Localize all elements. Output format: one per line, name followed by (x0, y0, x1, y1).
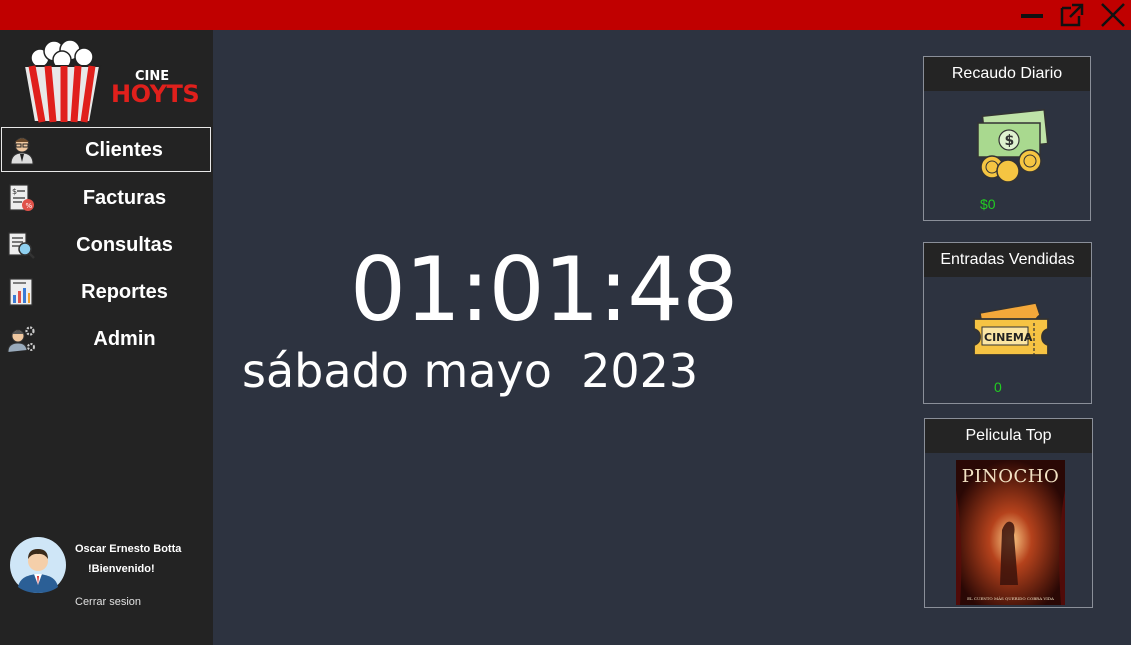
user-avatar (10, 537, 66, 593)
top-movie-card-title: Pelicula Top (925, 419, 1092, 453)
search-document-icon (8, 232, 35, 259)
sidebar-item-label: Facturas (82, 187, 167, 209)
clients-icon (10, 137, 34, 165)
sidebar-item-clientes[interactable]: Clientes (1, 127, 211, 172)
money-icon: $ (977, 109, 1049, 183)
sidebar-item-label: Reportes (81, 281, 168, 303)
title-bar (0, 0, 1131, 30)
sidebar-item-label: Admin (93, 328, 156, 350)
svg-text:$: $ (1005, 133, 1015, 149)
invoice-icon: $ % (9, 184, 34, 211)
clock-time: 01:01:48 (350, 238, 738, 341)
movie-poster[interactable]: PINOCHO EL CUENTO MÁS QUERIDO COBRA VIDA (956, 460, 1065, 605)
svg-text:CINEMA: CINEMA (984, 331, 1033, 344)
revenue-card: Recaudo Diario $ $0 (923, 56, 1091, 221)
poster-tagline: EL CUENTO MÁS QUERIDO COBRA VIDA (967, 596, 1054, 601)
sidebar-item-label: Consultas (76, 234, 173, 256)
logo-hoyts-text: HOYTS (111, 80, 200, 108)
user-name: Oscar Ernesto Botta (75, 543, 182, 555)
close-button[interactable] (1100, 2, 1126, 28)
sidebar-item-label: Clientes (85, 139, 163, 161)
maximize-button[interactable] (1059, 2, 1085, 28)
minimize-button[interactable] (1019, 2, 1045, 28)
tickets-card: Entradas Vendidas CINEMA 0 (923, 242, 1092, 404)
cine-hoyts-logo: CINE HOYTS (18, 36, 200, 126)
popcorn-icon (22, 39, 102, 123)
sidebar-item-facturas[interactable]: $ % Facturas (0, 175, 213, 221)
svg-text:%: % (26, 202, 33, 210)
logout-link[interactable]: Cerrar sesion (75, 596, 141, 608)
revenue-value: $0 (980, 196, 996, 212)
sidebar-item-reportes[interactable]: Reportes (0, 269, 213, 315)
minimize-icon (1021, 14, 1043, 18)
cinema-ticket-icon: CINEMA (973, 302, 1049, 356)
external-window-icon (1060, 3, 1084, 27)
svg-text:$: $ (12, 187, 17, 196)
close-icon (1101, 3, 1125, 27)
clock-date: sábado mayo 2023 (242, 344, 699, 398)
tickets-card-title: Entradas Vendidas (924, 243, 1091, 277)
sidebar: CINE HOYTS Clientes $ % Facturas Consult… (0, 30, 213, 645)
welcome-text: !Bienvenido! (88, 563, 155, 575)
top-movie-card: Pelicula Top PINOCHO EL CUENTO MÁS QUERI… (924, 418, 1093, 608)
poster-title: PINOCHO (961, 466, 1060, 487)
report-chart-icon (9, 278, 33, 306)
sidebar-item-consultas[interactable]: Consultas (0, 222, 213, 268)
sidebar-item-admin[interactable]: Admin (0, 316, 213, 362)
tickets-value: 0 (994, 379, 1002, 395)
admin-gear-icon (7, 326, 35, 353)
revenue-card-title: Recaudo Diario (924, 57, 1090, 91)
